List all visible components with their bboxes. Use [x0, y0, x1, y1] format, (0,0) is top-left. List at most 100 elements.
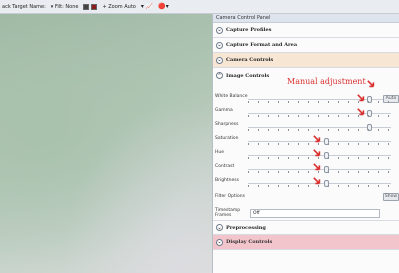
panel-title: Camera Control Panel	[213, 14, 399, 23]
timestamp-select[interactable]: Off	[250, 209, 380, 218]
collapse-icon: ⌃	[216, 72, 223, 79]
camera-preview[interactable]	[0, 14, 212, 273]
snapshot-button[interactable]: 🔴▾	[158, 2, 169, 10]
slider-tick	[328, 157, 329, 159]
section-capture-format[interactable]: ⌄ Capture Format and Area	[213, 38, 399, 53]
row-brightness: Brightness	[213, 176, 399, 190]
slider-tick	[358, 157, 359, 159]
slider-tick	[268, 101, 269, 103]
section-display-controls[interactable]: ⌄ Display Controls	[213, 235, 399, 250]
slider-tick	[278, 115, 279, 117]
swatch-dark-icon	[83, 3, 90, 10]
slider-tick	[288, 129, 289, 131]
slider-tick	[328, 129, 329, 131]
row-label: White Balance	[215, 94, 248, 99]
manual-adjustment-annotation: Manual adjustment	[287, 77, 366, 86]
section-preprocessing[interactable]: ⌄ Preprocessing	[213, 220, 399, 235]
show-button[interactable]: Show	[383, 193, 399, 201]
row-label: Filter Options	[215, 194, 245, 199]
annotation-arrow-icon	[367, 80, 375, 88]
slider-tick	[388, 115, 389, 117]
slider-tick	[328, 143, 329, 145]
row-hue: Hue	[213, 148, 399, 162]
image-controls-body: White Balance Auto Gamma Sharpness Satur…	[213, 92, 399, 224]
slider-tick	[358, 143, 359, 145]
slider-tick	[248, 185, 249, 187]
slider-tick	[288, 171, 289, 173]
slider-tick	[258, 157, 259, 159]
row-label: Timestamp Frames	[215, 208, 241, 218]
slider-tick	[268, 157, 269, 159]
slider-tick	[258, 129, 259, 131]
slider-tick	[248, 115, 249, 117]
zoom-selector[interactable]: + Zoom Auto	[102, 4, 135, 10]
slider-tick	[288, 143, 289, 145]
slider-tick	[378, 185, 379, 187]
filter-selector[interactable]: ▾ Filt: None	[51, 4, 79, 10]
slider-tick	[278, 185, 279, 187]
slider-tick	[308, 171, 309, 173]
levels-button[interactable]: ▾ 📈	[140, 2, 154, 10]
slider-tick	[338, 115, 339, 117]
levels-icon: ▾ 📈	[140, 2, 154, 10]
slider-tick	[388, 101, 389, 103]
slider-tick	[338, 185, 339, 187]
slider-tick	[378, 115, 379, 117]
section-label: Display Controls	[226, 239, 273, 245]
slider-tick	[388, 185, 389, 187]
slider-tick	[388, 143, 389, 145]
slider-tick	[258, 171, 259, 173]
slider-tick	[348, 185, 349, 187]
slider-tick	[288, 115, 289, 117]
row-label: Hue	[215, 150, 225, 155]
slider-tick	[318, 143, 319, 145]
slider-tick	[288, 101, 289, 103]
expand-icon: ⌄	[216, 26, 223, 34]
section-camera-controls[interactable]: ⌄ Camera Controls	[213, 53, 399, 68]
section-label: Preprocessing	[226, 224, 266, 231]
row-label: Saturation	[215, 136, 239, 141]
slider-tick	[358, 129, 359, 131]
snapshot-icon: 🔴▾	[158, 2, 169, 10]
row-gamma: Gamma	[213, 106, 399, 120]
target-name-label: ack Target Name:	[2, 3, 46, 10]
slider-tick	[348, 115, 349, 117]
slider-tick	[318, 157, 319, 159]
expand-icon: ⌄	[216, 41, 223, 49]
section-capture-profiles[interactable]: ⌄ Capture Profiles	[213, 23, 399, 38]
slider-tick	[368, 185, 369, 187]
slider-tick	[328, 185, 329, 187]
slider-tick	[368, 143, 369, 145]
slider-tick	[298, 157, 299, 159]
slider-tick	[388, 129, 389, 131]
slider-tick	[298, 101, 299, 103]
row-label: Contrast	[215, 164, 235, 169]
color-swatch-button[interactable]	[83, 3, 98, 10]
slider-tick	[268, 185, 269, 187]
expand-icon: ⌄	[216, 238, 223, 246]
row-contrast: Contrast	[213, 162, 399, 176]
annotation-arrow-icon	[313, 149, 321, 157]
row-sharpness: Sharpness	[213, 120, 399, 134]
row-label: Brightness	[215, 178, 239, 183]
slider-tick	[308, 101, 309, 103]
slider-tick	[298, 115, 299, 117]
slider-tick	[318, 115, 319, 117]
slider-tick	[348, 157, 349, 159]
slider-tick	[278, 129, 279, 131]
section-label: Capture Format and Area	[226, 42, 298, 48]
annotation-arrow-icon	[313, 163, 321, 171]
slider-tick	[378, 171, 379, 173]
slider-tick	[278, 143, 279, 145]
slider-tick	[328, 101, 329, 103]
slider-tick	[368, 129, 369, 131]
slider-tick	[328, 171, 329, 173]
annotation-arrow-icon	[313, 177, 321, 185]
slider-tick	[388, 171, 389, 173]
slider-tick	[248, 129, 249, 131]
slider-tick	[298, 171, 299, 173]
auto-button[interactable]: Auto	[383, 95, 399, 103]
camera-control-panel: Camera Control Panel ⌄ Capture Profiles …	[212, 14, 399, 273]
slider-tick	[348, 143, 349, 145]
slider-tick	[358, 101, 359, 103]
